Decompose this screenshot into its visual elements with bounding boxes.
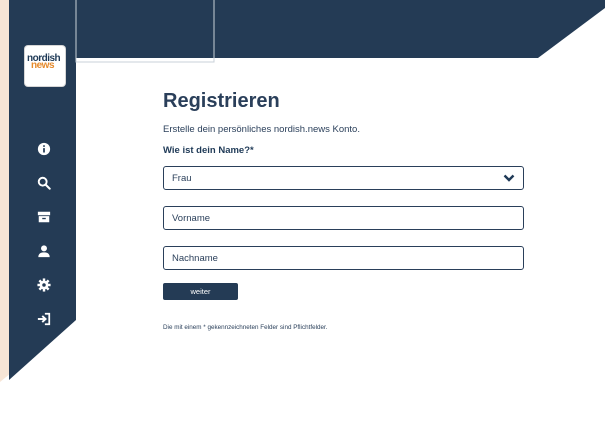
last-name-placeholder: Nachname <box>172 252 218 264</box>
login-icon[interactable] <box>35 310 53 328</box>
info-icon[interactable] <box>35 140 53 158</box>
chevron-down-icon <box>503 174 515 182</box>
search-icon[interactable] <box>35 174 53 192</box>
page-title: Registrieren <box>163 90 280 112</box>
required-fields-note: Die mit einem * gekennzeichneten Felder … <box>163 324 328 331</box>
archive-icon[interactable] <box>35 208 53 226</box>
logo-text-bottom: news <box>31 60 55 71</box>
user-icon[interactable] <box>35 242 53 260</box>
last-name-field[interactable]: Nachname <box>163 246 524 270</box>
page-subtitle: Erstelle dein persönliches nordish.news … <box>163 124 360 135</box>
first-name-field[interactable]: Vorname <box>163 206 524 230</box>
logo[interactable]: nordish news <box>25 46 65 86</box>
first-name-placeholder: Vorname <box>172 212 211 224</box>
name-question-label: Wie ist dein Name?* <box>163 145 254 156</box>
salutation-select[interactable]: Frau <box>163 166 524 190</box>
continue-button[interactable]: weiter <box>163 283 238 300</box>
settings-icon[interactable] <box>35 276 53 294</box>
header-banner <box>76 0 605 58</box>
salutation-value: Frau <box>172 172 192 184</box>
